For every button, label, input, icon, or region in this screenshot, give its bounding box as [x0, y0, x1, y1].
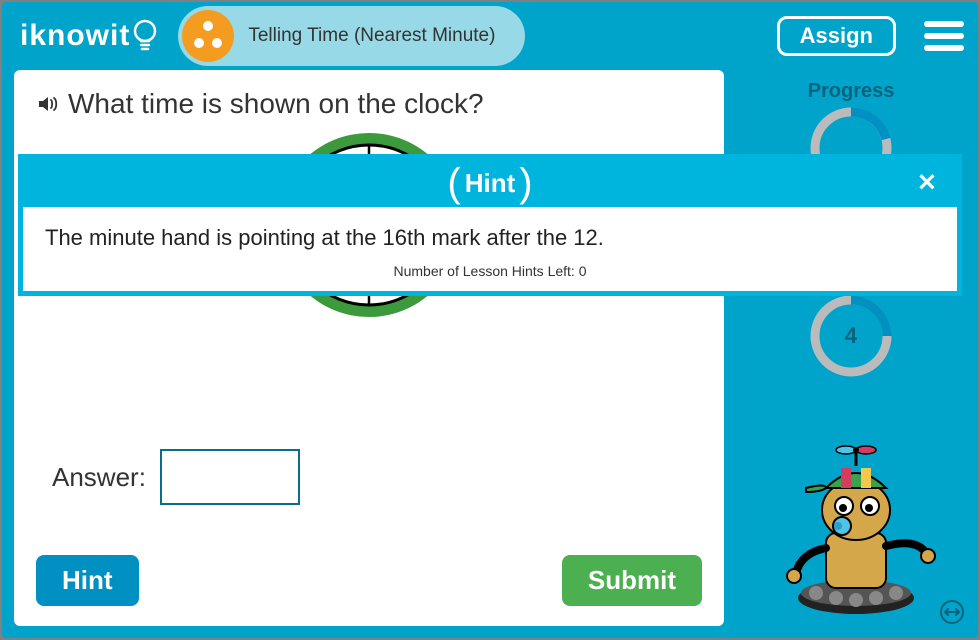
- lesson-title: Telling Time (Nearest Minute): [248, 25, 495, 47]
- hint-modal: ( Hint ) ✕ The minute hand is pointing a…: [18, 154, 962, 296]
- paren-right-icon: ): [519, 161, 532, 206]
- submit-button[interactable]: Submit: [562, 555, 702, 606]
- close-icon[interactable]: ✕: [917, 169, 937, 198]
- assign-button[interactable]: Assign: [777, 16, 896, 56]
- progress-label: Progress: [808, 80, 895, 103]
- hint-modal-header: ( Hint ) ✕: [23, 159, 957, 207]
- level-badge-icon[interactable]: [182, 10, 234, 62]
- resize-icon[interactable]: [940, 600, 964, 624]
- answer-input[interactable]: [160, 449, 300, 505]
- button-row: Hint Submit: [36, 555, 702, 606]
- robot-mascot-icon: [776, 438, 936, 618]
- paren-left-icon: (: [447, 161, 460, 206]
- hint-text: The minute hand is pointing at the 16th …: [45, 225, 935, 251]
- hints-left-text: Number of Lesson Hints Left: 0: [45, 263, 935, 279]
- question-text: What time is shown on the clock?: [68, 88, 484, 120]
- hint-modal-body: The minute hand is pointing at the 16th …: [23, 207, 957, 291]
- speaker-icon[interactable]: [36, 92, 60, 116]
- answer-row: Answer:: [36, 449, 702, 505]
- question-row: What time is shown on the clock?: [36, 88, 702, 120]
- header: iknowit Telling Time (Nearest Minute) As…: [2, 2, 978, 70]
- score-ring: 4: [808, 293, 894, 379]
- answer-label: Answer:: [52, 462, 146, 493]
- lesson-pill: Telling Time (Nearest Minute): [178, 6, 525, 66]
- hint-modal-title: ( Hint ): [447, 161, 532, 206]
- hint-button[interactable]: Hint: [36, 555, 139, 606]
- logo-text: iknowit: [20, 19, 130, 53]
- score-value: 4: [845, 323, 857, 349]
- app-frame: iknowit Telling Time (Nearest Minute) As…: [2, 2, 978, 638]
- menu-icon[interactable]: [924, 16, 964, 56]
- logo[interactable]: iknowit: [20, 18, 158, 54]
- lightbulb-icon: [132, 18, 158, 54]
